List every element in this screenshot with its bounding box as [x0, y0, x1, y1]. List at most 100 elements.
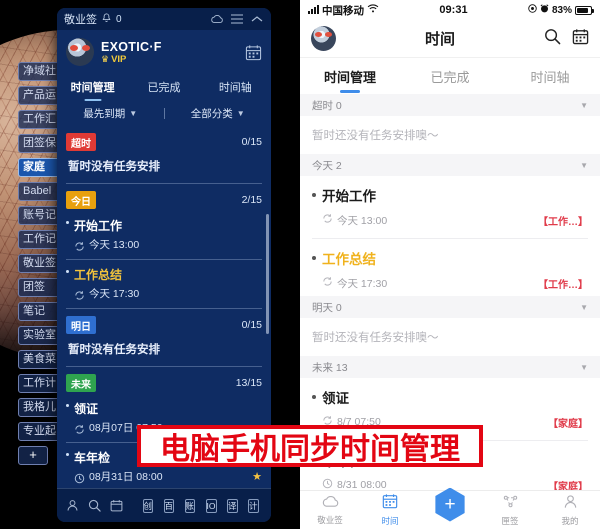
search-icon[interactable] [88, 498, 101, 513]
window-tab-已完成[interactable]: 已完成 [128, 79, 199, 95]
chevron-down-icon: ▼ [580, 100, 588, 110]
window-bottom-toolbar: 创百账IO译计⋮ [57, 488, 271, 522]
bullet-icon [66, 403, 69, 407]
task-meta-row: 08月31日 08:00 ★ [66, 469, 262, 484]
cloud-icon [321, 494, 340, 513]
vip-badge: ♛ VIP [101, 54, 162, 65]
task-category-tag[interactable]: 【工作…】 [538, 213, 588, 228]
profile-info: EXOTIC·F ♛ VIP [101, 40, 162, 65]
page-title: 时间 [424, 31, 455, 48]
section-title: 明天 0 [312, 301, 342, 314]
statusbar-left: 中国移动 [308, 3, 379, 18]
wifi-icon [367, 4, 379, 16]
bell-icon[interactable] [102, 12, 111, 26]
quick-action-button[interactable]: 创 [142, 498, 154, 513]
phone-tab-已完成[interactable]: 已完成 [400, 67, 500, 86]
task-title-row: 工作总结 [66, 266, 262, 283]
scrollbar[interactable] [266, 214, 269, 334]
profile-username: EXOTIC·F [101, 39, 162, 54]
task-title: 领证 [322, 391, 349, 406]
user-icon[interactable] [66, 498, 79, 513]
phone-section-header[interactable]: 超时 0 ▼ [300, 94, 600, 116]
quick-action-button[interactable]: IO [205, 498, 217, 513]
task-title: 工作总结 [74, 268, 123, 282]
quick-action-button[interactable]: 账 [184, 498, 196, 513]
calendar-icon[interactable] [245, 44, 262, 61]
bullet-icon [312, 395, 316, 399]
tabbar-label: 时间 [381, 516, 399, 526]
calendar-icon [382, 493, 398, 514]
statusbar-time: 09:31 [439, 4, 468, 16]
section-empty-text: 暂时还没有任务安排噢～ [312, 130, 439, 142]
chevron-up-icon[interactable] [249, 12, 264, 26]
phone-statusbar: 中国移动 09:31 83% [300, 0, 600, 20]
window-tab-时间管理[interactable]: 时间管理 [57, 79, 128, 95]
tabbar-label: 我的 [561, 515, 579, 526]
window-tabs: 时间管理 已完成 时间轴 [57, 74, 271, 100]
alarm-icon [540, 4, 549, 16]
sort-dropdown[interactable]: 最先到期 ▼ [57, 106, 164, 121]
phone-tabbar-item[interactable]: 匣签 [480, 494, 540, 527]
group-count: 0/15 [241, 136, 262, 148]
add-category-button[interactable]: + [18, 446, 48, 465]
phone-header-actions [544, 28, 589, 50]
window-titlebar: 敬业签 0 [57, 8, 271, 30]
calendar-icon[interactable] [110, 498, 123, 513]
clock-icon [74, 471, 85, 484]
phone-tabbar-item[interactable]: + [420, 487, 480, 522]
task-meta-row: 今天 13:00 【工作…】 [312, 211, 588, 229]
bullet-icon [66, 269, 69, 273]
bullet-icon [66, 452, 69, 456]
task-item[interactable]: 开始工作 今天 13:00 [66, 213, 262, 257]
phone-task-item[interactable]: 开始工作今天 13:00 【工作…】 [300, 176, 600, 233]
task-title: 工作总结 [322, 252, 376, 267]
crown-icon: ♛ [101, 53, 110, 64]
chevron-down-icon: ▼ [580, 362, 588, 372]
task-group-header: 超时 0/15 [66, 129, 262, 155]
group-badge: 今日 [66, 191, 96, 209]
sort-label: 最先到期 [83, 107, 126, 120]
group-count: 13/15 [235, 377, 262, 389]
task-category-tag[interactable]: 【家庭】 [548, 415, 588, 430]
calendar-icon[interactable] [572, 28, 589, 50]
phone-avatar[interactable] [311, 26, 336, 51]
divider [66, 183, 262, 184]
quick-action-button[interactable]: 译 [227, 498, 238, 513]
person-icon [563, 494, 578, 514]
phone-tab-时间管理[interactable]: 时间管理 [300, 67, 400, 86]
quick-action-button[interactable]: 百 [163, 498, 175, 513]
window-tab-时间轴[interactable]: 时间轴 [200, 79, 271, 95]
phone-section-header[interactable]: 明天 0 ▼ [300, 296, 600, 318]
phone-tabbar-item[interactable]: 时间 [360, 493, 420, 527]
phone-section-header[interactable]: 今天 2 ▼ [300, 154, 600, 176]
phone-tab-时间轴[interactable]: 时间轴 [500, 67, 600, 86]
category-dropdown[interactable]: 全部分类 ▼ [165, 106, 272, 121]
phone-section-header[interactable]: 未来 13 ▼ [300, 356, 600, 378]
group-badge: 超时 [66, 133, 96, 151]
task-meta-row: 今天 17:30 【工作…】 [312, 274, 588, 292]
task-category-tag[interactable]: 【工作…】 [538, 276, 588, 291]
star-icon[interactable]: ★ [252, 470, 262, 483]
search-icon[interactable] [544, 28, 561, 50]
section-title: 未来 13 [312, 361, 348, 374]
phone-tabbar-item[interactable]: 我的 [540, 494, 600, 527]
task-group-header: 今日 2/15 [66, 187, 262, 213]
location-icon [528, 4, 537, 16]
group-empty-text: 暂时没有任务安排 [68, 344, 160, 356]
group-count: 2/15 [241, 194, 262, 206]
quick-action-button[interactable]: 计 [248, 498, 259, 513]
hamburger-menu-icon[interactable] [229, 12, 244, 26]
phone-tabbar-item[interactable]: 敬业签 [300, 494, 360, 526]
task-time: 今天 17:30 [89, 288, 140, 300]
avatar[interactable] [66, 38, 94, 66]
phone-tabbar: 敬业签 时间 + 匣签 我的 [300, 487, 600, 529]
add-task-button[interactable]: + [435, 487, 465, 522]
group-empty-text: 暂时没有任务安排 [68, 161, 160, 173]
task-title-row: 开始工作 [312, 185, 588, 205]
cloud-icon[interactable] [209, 12, 224, 26]
task-time: 今天 17:30 [337, 277, 388, 290]
phone-task-item[interactable]: 工作总结今天 17:30 【工作…】 [300, 239, 600, 296]
battery-icon [575, 5, 594, 15]
window-profile-bar: EXOTIC·F ♛ VIP [57, 30, 271, 74]
task-item[interactable]: 工作总结今天 17:30 [66, 262, 262, 306]
